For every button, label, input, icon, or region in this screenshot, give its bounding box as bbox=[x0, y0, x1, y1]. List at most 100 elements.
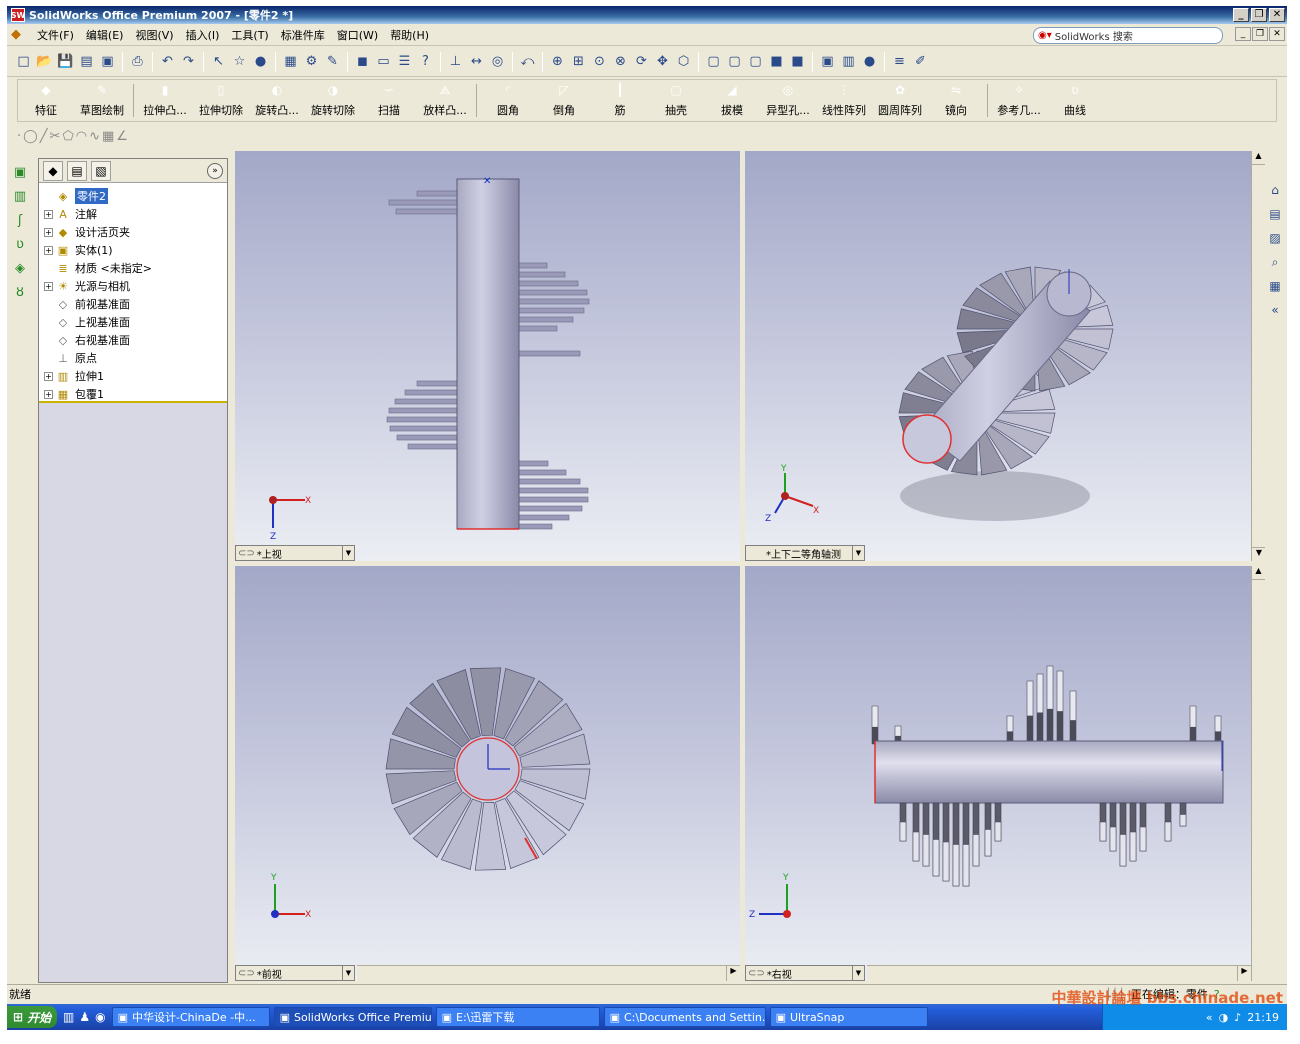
expand-icon[interactable]: + bbox=[44, 209, 53, 219]
undo-icon[interactable]: ↶ bbox=[157, 51, 178, 72]
window-tile-icon[interactable]: ▭ bbox=[373, 51, 394, 72]
scroll-up-icon[interactable]: ▲ bbox=[1252, 151, 1265, 165]
cm-button-shell[interactable]: ▢ 抽壳 bbox=[648, 80, 704, 121]
help-icon[interactable]: ? bbox=[415, 51, 436, 72]
cm-button-sketch[interactable]: ✎ 草图绘制 bbox=[74, 80, 130, 121]
appearance-icon[interactable]: ◼ bbox=[352, 51, 373, 72]
extrude-tool-icon[interactable]: ▥ bbox=[11, 187, 29, 205]
standard-views-icon[interactable]: ⬡ bbox=[673, 51, 694, 72]
cm-button-sweep[interactable]: ∽ 扫描 bbox=[361, 80, 417, 121]
menu-help[interactable]: 帮助(H) bbox=[384, 27, 435, 43]
make-assembly-icon[interactable]: ▣ bbox=[97, 51, 118, 72]
chevron-down-icon[interactable]: ▼ bbox=[852, 546, 864, 560]
vertical-scrollbar[interactable]: ▲ ▼ bbox=[1251, 151, 1265, 561]
dimension-icon[interactable]: ↔ bbox=[466, 51, 487, 72]
search-icon[interactable]: ⌕ bbox=[1266, 253, 1284, 271]
viewport-label-front[interactable]: ⊂⊃ *前视 ▼ bbox=[235, 965, 355, 981]
section-icon[interactable]: ⊥ bbox=[445, 51, 466, 72]
sketch-icon[interactable]: ✐ bbox=[910, 51, 931, 72]
tray-expand-icon[interactable]: « bbox=[1206, 1011, 1213, 1024]
viewport-label-top[interactable]: ⊂⊃ *上视 ▼ bbox=[235, 545, 355, 561]
tray-icon[interactable]: ◑ bbox=[1219, 1011, 1229, 1024]
trim-icon[interactable]: ✂ bbox=[50, 129, 61, 144]
cm-button-mirror[interactable]: ⇋ 镜向 bbox=[928, 80, 984, 121]
home-icon[interactable]: ⌂ bbox=[1266, 181, 1284, 199]
edit-appearance-icon[interactable]: ≡ bbox=[889, 51, 910, 72]
cm-button-features[interactable]: ◆ 特征 bbox=[18, 80, 74, 121]
wireframe-icon[interactable]: ▢ bbox=[703, 51, 724, 72]
design-library-icon[interactable]: ▤ bbox=[1266, 205, 1284, 223]
volume-icon[interactable]: ♪ bbox=[1234, 1011, 1241, 1024]
menu-window[interactable]: 窗口(W) bbox=[331, 27, 384, 43]
expand-icon[interactable]: + bbox=[44, 227, 53, 237]
select-icon[interactable]: ↖ bbox=[208, 51, 229, 72]
scroll-up-icon[interactable]: ▲ bbox=[1252, 566, 1265, 580]
property-manager-tab-icon[interactable]: ▤ bbox=[67, 160, 87, 181]
cm-button-draft[interactable]: ◢ 拔模 bbox=[704, 80, 760, 121]
select-other-icon[interactable]: ☆ bbox=[229, 51, 250, 72]
zoom-area-icon[interactable]: ⊞ bbox=[568, 51, 589, 72]
pan-icon[interactable]: ✥ bbox=[652, 51, 673, 72]
viewport-right[interactable]: Z Y ⊂⊃ *右视 ▼ ▶ ▲ bbox=[745, 566, 1265, 981]
polygon-icon[interactable]: ⬠ bbox=[62, 129, 73, 144]
rotate-icon[interactable]: ⟳ bbox=[631, 51, 652, 72]
menu-edit[interactable]: 编辑(E) bbox=[80, 27, 130, 43]
point-icon[interactable]: · bbox=[17, 129, 21, 144]
menu-toolbox[interactable]: 标准件库 bbox=[275, 27, 331, 43]
hidden-lines-removed-icon[interactable]: ▢ bbox=[745, 51, 766, 72]
graphics-area[interactable]: ✕ X Z ⊂⊃ *上视 ▼ X Y Z *上下二等角轴测 ▼ ▲ ▼ X Y … bbox=[235, 151, 1265, 981]
spline-icon[interactable]: ∿ bbox=[89, 129, 100, 144]
properties-icon[interactable]: ☰ bbox=[394, 51, 415, 72]
doc-minimize-button[interactable]: _ bbox=[1235, 27, 1251, 41]
grid-icon[interactable]: ▦ bbox=[280, 51, 301, 72]
viewport-label-isometric[interactable]: *上下二等角轴测 ▼ bbox=[745, 545, 865, 561]
grid-snap-icon[interactable]: ▦ bbox=[102, 129, 114, 144]
menu-file[interactable]: 文件(F) bbox=[31, 27, 80, 43]
tree-node[interactable]: + ☀ 光源与相机 bbox=[41, 277, 225, 295]
tree-node[interactable]: ◇ 上视基准面 bbox=[41, 313, 225, 331]
cm-button-circular-pattern[interactable]: ✿ 圆周阵列 bbox=[872, 80, 928, 121]
expand-panel-icon[interactable]: » bbox=[207, 162, 223, 179]
tree-node[interactable]: ◈ 零件2 bbox=[41, 187, 225, 205]
tree-node[interactable]: ≣ 材质 <未指定> bbox=[41, 259, 225, 277]
taskbar-button[interactable]: ▣ C:\Documents and Settin... bbox=[603, 1007, 766, 1027]
quicklaunch-1-icon[interactable]: ▥ bbox=[63, 1010, 74, 1024]
viewport-label-right[interactable]: ⊂⊃ *右视 ▼ bbox=[745, 965, 865, 981]
cm-button-extrude-boss[interactable]: ▮ 拉伸凸... bbox=[137, 80, 193, 121]
vertical-scrollbar[interactable]: ▲ bbox=[1251, 566, 1265, 981]
view-orientation-icon[interactable]: ◎ bbox=[487, 51, 508, 72]
spiral-tool-icon[interactable]: ʋ bbox=[11, 235, 29, 253]
circle-icon[interactable]: ◯ bbox=[23, 129, 38, 144]
hidden-lines-visible-icon[interactable]: ▢ bbox=[724, 51, 745, 72]
zoom-selection-icon[interactable]: ⊗ bbox=[610, 51, 631, 72]
quicklaunch-2-icon[interactable]: ♟ bbox=[79, 1010, 90, 1024]
collapse-icon[interactable]: « bbox=[1266, 301, 1284, 319]
options-icon[interactable]: ⚙ bbox=[301, 51, 322, 72]
tree-node[interactable]: ◇ 右视基准面 bbox=[41, 331, 225, 349]
make-drawing-icon[interactable]: ▤ bbox=[76, 51, 97, 72]
zoom-fit-icon[interactable]: ⊕ bbox=[547, 51, 568, 72]
rebuild-icon[interactable]: ● bbox=[250, 51, 271, 72]
taskbar-button[interactable]: ▣ 中华设计-ChinaDe -中... bbox=[111, 1007, 270, 1027]
doc-close-button[interactable]: ✕ bbox=[1269, 27, 1285, 41]
cm-button-loft[interactable]: ⟁ 放样凸... bbox=[417, 80, 473, 121]
cm-button-reference-geometry[interactable]: ✧ 参考几... bbox=[991, 80, 1047, 121]
line-icon[interactable]: ╱ bbox=[40, 129, 48, 144]
chevron-down-icon[interactable]: ▼ bbox=[342, 546, 354, 560]
new-document-icon[interactable]: □ bbox=[13, 51, 34, 72]
restore-button[interactable]: ❐ bbox=[1251, 8, 1267, 22]
shaded-icon[interactable]: ■ bbox=[787, 51, 808, 72]
quicklaunch-3-icon[interactable]: ◉ bbox=[95, 1010, 105, 1024]
curve-tool-icon[interactable]: ʃ bbox=[11, 211, 29, 229]
chevron-down-icon[interactable]: ▼ bbox=[852, 966, 864, 980]
minimize-button[interactable]: _ bbox=[1233, 8, 1249, 22]
horizontal-scrollbar[interactable]: ▶ bbox=[357, 965, 740, 981]
tree-node[interactable]: + ▦ 包覆1 bbox=[41, 385, 225, 403]
cm-button-fillet[interactable]: ◜ 圆角 bbox=[480, 80, 536, 121]
tree-node[interactable]: + ◆ 设计活页夹 bbox=[41, 223, 225, 241]
shaded-edges-icon[interactable]: ■ bbox=[766, 51, 787, 72]
scroll-right-icon[interactable]: ▶ bbox=[726, 966, 740, 981]
taskbar-button[interactable]: ▣ UltraSnap bbox=[769, 1007, 928, 1027]
start-button[interactable]: ⊞ 开始 bbox=[7, 1006, 57, 1028]
cm-button-revolve-cut[interactable]: ◑ 旋转切除 bbox=[305, 80, 361, 121]
